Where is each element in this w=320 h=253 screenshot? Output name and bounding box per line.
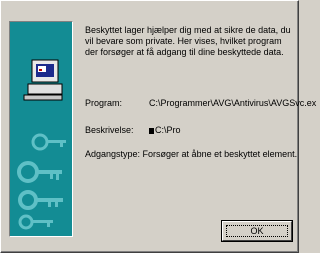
keyboard-shape [23,94,63,101]
unknown-glyph-icon [149,128,154,134]
ok-button[interactable]: OK [221,220,293,242]
illustration-graphic [17,59,66,230]
access-type-value: Forsøger at åbne et beskyttet element. [142,149,298,159]
program-label: Program: [85,98,123,108]
focus-rectangle [226,225,288,237]
program-value: C:\Programmer\AVG\Antivirus\AVGSvc.ex [149,98,317,108]
intro-text: Beskyttet lager hjælper dig med at sikre… [85,25,291,57]
computer-base [27,83,63,95]
description-row: Beskrivelse: C:\Pro [85,125,181,136]
keys-pattern [17,133,66,230]
computer-keys-icon [9,21,73,237]
protected-storage-dialog: Beskyttet lager hjælper dig med at sikre… [0,0,316,253]
access-type-row: Adgangstype: Forsøger at åbne et beskytt… [85,149,297,160]
program-row: Program: C:\Programmer\AVG\Antivirus\AVGS… [85,98,316,109]
description-label: Beskrivelse: [85,125,134,135]
description-value: C:\Pro [155,125,181,135]
access-type-label: Adgangstype: [85,149,143,159]
